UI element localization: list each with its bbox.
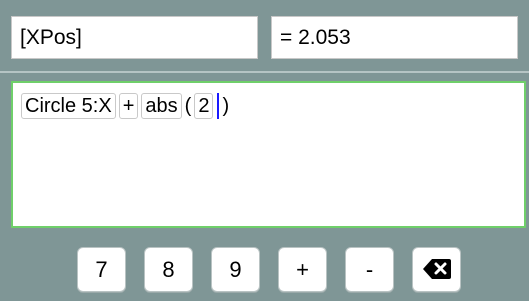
token-number[interactable]: 2: [194, 93, 214, 119]
token-operator-plus[interactable]: +: [118, 93, 139, 119]
key-8[interactable]: 8: [144, 247, 193, 292]
backspace-icon: [422, 259, 451, 279]
expression-tokens: Circle 5:X + abs ( 2 ): [21, 93, 229, 119]
token-variable[interactable]: Circle 5:X: [21, 93, 116, 119]
expression-editor[interactable]: Circle 5:X + abs ( 2 ): [11, 81, 526, 228]
key-7[interactable]: 7: [77, 247, 126, 292]
divider: [0, 71, 529, 73]
text-caret: [217, 93, 220, 119]
token-function-abs[interactable]: abs: [141, 93, 182, 119]
backspace-button[interactable]: [412, 247, 461, 292]
key-minus[interactable]: -: [345, 247, 394, 292]
variable-name-field[interactable]: [XPos]: [11, 16, 258, 59]
token-close-paren[interactable]: ): [222, 93, 229, 119]
formula-editor-panel: [XPos] = 2.053 Circle 5:X + abs ( 2 ) 7 …: [0, 0, 529, 301]
token-open-paren[interactable]: (: [185, 93, 192, 119]
computed-value-field: = 2.053: [271, 16, 518, 59]
keypad: 7 8 9 + -: [77, 247, 461, 292]
key-plus[interactable]: +: [278, 247, 327, 292]
key-9[interactable]: 9: [211, 247, 260, 292]
